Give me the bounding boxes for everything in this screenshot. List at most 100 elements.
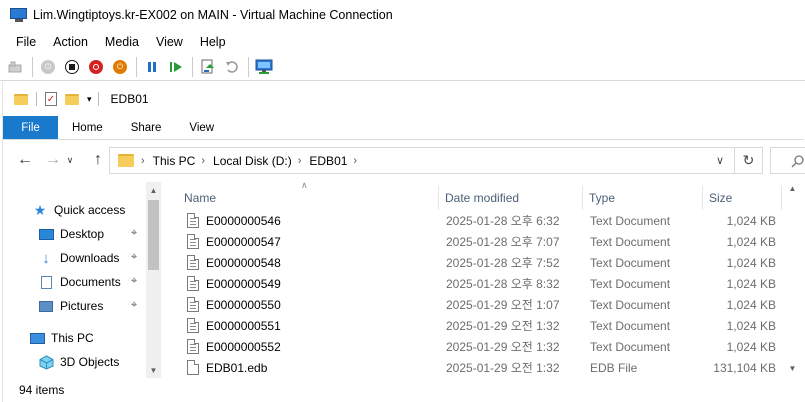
file-name: E0000000552 [206, 339, 281, 354]
power-icon[interactable]: ⏻ [110, 57, 130, 77]
nav-item-documents[interactable]: Documents [38, 271, 121, 293]
menu-file[interactable]: File [10, 35, 42, 49]
download-icon: ↓ [42, 249, 50, 267]
search-box[interactable] [770, 147, 805, 174]
file-name-cell: E0000000549 [187, 273, 281, 294]
menu-help[interactable]: Help [194, 35, 232, 49]
pin-icon[interactable]: ⌖ [131, 299, 137, 312]
scroll-up-icon[interactable]: ▲ [785, 180, 800, 196]
file-date: 2025-01-29 오전 1:32 [446, 319, 560, 333]
text-document-icon [187, 234, 199, 249]
vm-toolbar: ⏻ ⏻ [0, 53, 805, 81]
file-date: 2025-01-28 오후 7:52 [446, 256, 560, 270]
folder-icon[interactable] [14, 93, 28, 105]
cube-icon [38, 354, 54, 370]
crumb-separator: › [353, 154, 358, 167]
ctrl-alt-del-icon[interactable] [6, 57, 26, 77]
table-row[interactable]: E0000000548 2025-01-28 오후 7:52 Text Docu… [163, 252, 804, 273]
scrollbar-thumb[interactable] [148, 200, 159, 270]
nav-item-this-pc[interactable]: This PC [29, 327, 94, 349]
column-header-size[interactable]: Size [703, 186, 781, 210]
turn-off-icon[interactable] [62, 57, 82, 77]
column-header-type[interactable]: Type [583, 186, 702, 210]
file-date: 2025-01-29 오전 1:32 [446, 361, 560, 375]
nav-item-quick-access[interactable]: ★ Quick access [32, 199, 126, 221]
file-name-cell: E0000000551 [187, 315, 281, 336]
file-list: ∧ Name Date modified Type Size E00000005… [163, 180, 804, 380]
file-date: 2025-01-29 오전 1:32 [446, 340, 560, 354]
tab-share[interactable]: Share [117, 116, 176, 139]
table-row[interactable]: EDB01.edb 2025-01-29 오전 1:32 EDB File 131,1… [163, 357, 804, 378]
toolbar-separator [192, 56, 193, 77]
table-row[interactable]: E0000000551 2025-01-29 오전 1:32 Text Docume… [163, 315, 804, 336]
file-type: Text Document [590, 276, 671, 291]
scroll-down-icon[interactable]: ▼ [146, 362, 161, 378]
file-list-scrollbar[interactable]: ▲ ▼ [782, 180, 804, 380]
up-button[interactable]: ↑ [86, 148, 110, 172]
resume-icon[interactable] [166, 57, 186, 77]
folder-icon [118, 154, 134, 167]
file-name: E0000000547 [206, 234, 281, 249]
search-icon [791, 154, 804, 167]
crumb-this-pc[interactable]: This PC [153, 154, 196, 168]
forward-button[interactable]: → [41, 148, 65, 172]
new-folder-icon[interactable] [65, 93, 79, 105]
crumb-edb01[interactable]: EDB01 [309, 154, 347, 168]
vm-connection-icon [10, 8, 28, 22]
file-name: EDB01.edb [206, 360, 268, 375]
checkpoint-icon[interactable] [198, 57, 218, 77]
ribbon-tabs: File Home Share View [3, 116, 804, 140]
crumb-local-disk[interactable]: Local Disk (D:) [213, 154, 292, 168]
menu-action[interactable]: Action [47, 35, 94, 49]
nav-item-label: 3D Objects [60, 355, 120, 369]
nav-item-3d-objects[interactable]: 3D Objects [38, 351, 119, 373]
back-button[interactable]: ← [13, 148, 37, 172]
menu-bar: File Action Media View Help [0, 30, 805, 53]
table-row[interactable]: E0000000552 2025-01-29 오전 1:32 Text Docume… [163, 336, 804, 357]
pin-icon[interactable]: ⌖ [131, 227, 137, 240]
pin-icon[interactable]: ⌖ [131, 251, 137, 264]
file-name-cell: EDB01.edb [187, 357, 267, 378]
file-name: E0000000548 [206, 255, 281, 270]
chevron-down-icon[interactable]: ∨ [716, 154, 724, 167]
customize-toolbar-icon[interactable]: ▾ [87, 94, 92, 105]
file-size: 1,024 KB [726, 297, 776, 312]
tab-file[interactable]: File [3, 116, 58, 139]
shut-down-icon[interactable] [86, 57, 106, 77]
table-row[interactable]: E0000000547 2025-01-28 오후 7:07 Text Docu… [163, 231, 804, 252]
toolbar-separator [136, 56, 137, 77]
revert-icon[interactable] [222, 57, 242, 77]
recent-locations-button[interactable]: ∨ [63, 148, 77, 172]
column-header-name[interactable]: Name [178, 186, 438, 210]
nav-item-downloads[interactable]: ↓ Downloads [38, 247, 119, 269]
menu-view[interactable]: View [150, 35, 189, 49]
address-bar[interactable]: › This PC › Local Disk (D:) › EDB01 › ∨ … [109, 147, 763, 174]
tab-view[interactable]: View [175, 116, 228, 139]
table-row[interactable]: E0000000546 2025-01-28 오후 6:32 Text Docu… [163, 210, 804, 231]
file-date: 2025-01-28 오후 8:32 [446, 277, 560, 291]
column-header-date-modified[interactable]: Date modified [439, 186, 582, 210]
file-name: E0000000549 [206, 276, 281, 291]
menu-media[interactable]: Media [99, 35, 145, 49]
navigation-scrollbar[interactable]: ▲ ▼ [146, 182, 161, 378]
file-name: E0000000551 [206, 318, 281, 333]
start-icon[interactable]: ⏻ [38, 57, 58, 77]
refresh-icon[interactable]: ↻ [734, 148, 762, 173]
nav-item-desktop[interactable]: Desktop [38, 223, 104, 245]
file-size: 1,024 KB [726, 213, 776, 228]
scroll-up-icon[interactable]: ▲ [146, 182, 161, 198]
file-size: 1,024 KB [726, 339, 776, 354]
pause-icon[interactable] [142, 57, 162, 77]
file-name-cell: E0000000546 [187, 210, 281, 231]
tab-home[interactable]: Home [58, 116, 117, 139]
enhanced-session-icon[interactable] [254, 57, 274, 77]
file-type: Text Document [590, 339, 671, 354]
properties-icon[interactable]: ✓ [45, 92, 57, 106]
table-row[interactable]: E0000000550 2025-01-29 오전 1:07 Text Docume… [163, 294, 804, 315]
file-size: 131,104 KB [713, 360, 776, 375]
scroll-down-icon[interactable]: ▼ [785, 360, 800, 376]
file-name-cell: E0000000548 [187, 252, 281, 273]
nav-item-pictures[interactable]: Pictures [38, 295, 103, 317]
pin-icon[interactable]: ⌖ [131, 275, 137, 288]
table-row[interactable]: E0000000549 2025-01-28 오후 8:32 Text Docu… [163, 273, 804, 294]
